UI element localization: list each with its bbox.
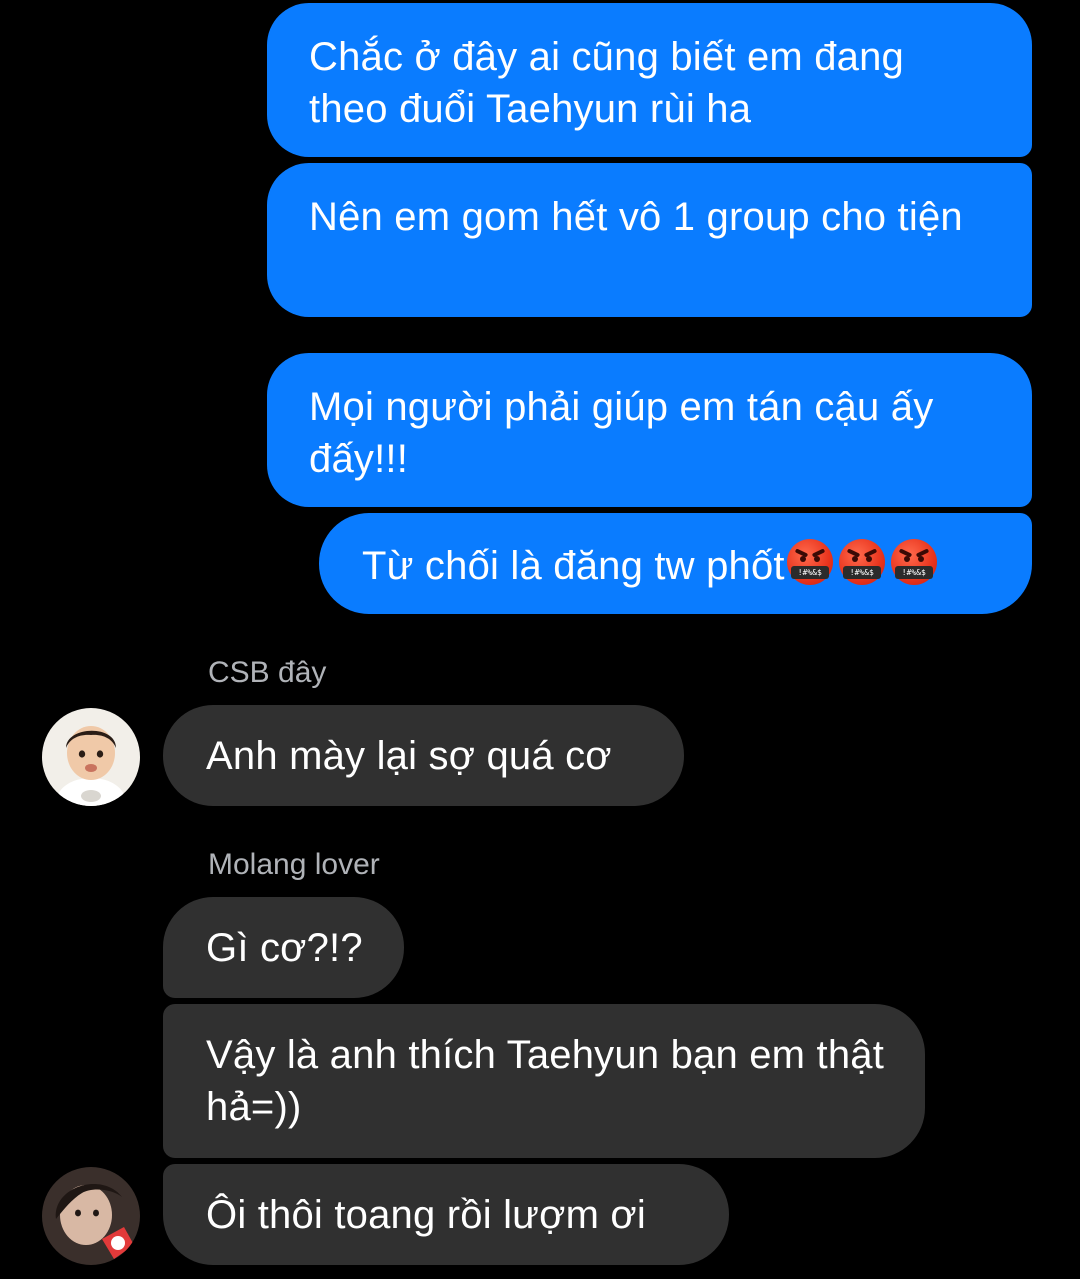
- emoji-symbols: !#%&$: [790, 566, 829, 579]
- incoming-message-bubble[interactable]: Gì cơ?!?: [163, 897, 404, 998]
- sender-name: CSB đây: [208, 656, 327, 689]
- message-text: Chắc ở đây ai cũng biết em đang theo đuổ…: [309, 35, 905, 131]
- message-text: Từ chối là đăng tw phốt: [362, 544, 785, 588]
- incoming-message-bubble[interactable]: Ôi thôi toang rồi lượm ơi: [163, 1164, 729, 1265]
- incoming-message-bubble[interactable]: Anh mày lại sợ quá cơ: [163, 705, 684, 806]
- outgoing-message-bubble[interactable]: Từ chối là đăng tw phốt !#%&$ !#%&$ !#%&$: [319, 513, 1032, 614]
- avatar-photo-selfie: [42, 1167, 140, 1265]
- emoji-symbols: !#%&$: [842, 566, 881, 579]
- message-text: Ôi thôi toang rồi lượm ơi: [206, 1193, 646, 1237]
- message-text: Gì cơ?!?: [206, 926, 363, 970]
- avatar[interactable]: [42, 708, 140, 806]
- incoming-message-bubble[interactable]: Vậy là anh thích Taehyun bạn em thật hả=…: [163, 1004, 925, 1158]
- message-text: Nên em gom hết vô 1 group cho tiện: [309, 195, 963, 239]
- face-with-symbols-on-mouth-icon: !#%&$: [838, 539, 885, 585]
- outgoing-message-bubble[interactable]: Chắc ở đây ai cũng biết em đang theo đuổ…: [267, 3, 1032, 157]
- message-text: Mọi người phải giúp em tán cậu ấy đấy!!!: [309, 385, 934, 481]
- avatar-photo-child: [42, 708, 140, 806]
- outgoing-message-bubble[interactable]: Nên em gom hết vô 1 group cho tiện: [267, 163, 1032, 317]
- avatar[interactable]: [42, 1167, 140, 1265]
- face-with-symbols-on-mouth-icon: !#%&$: [890, 539, 937, 585]
- message-text: Anh mày lại sợ quá cơ: [206, 734, 612, 778]
- face-with-symbols-on-mouth-icon: !#%&$: [786, 539, 833, 585]
- sender-name: Molang lover: [208, 848, 380, 881]
- outgoing-message-bubble[interactable]: Mọi người phải giúp em tán cậu ấy đấy!!!: [267, 353, 1032, 507]
- message-text: Vậy là anh thích Taehyun bạn em thật hả=…: [206, 1033, 885, 1129]
- emoji-symbols: !#%&$: [894, 566, 933, 579]
